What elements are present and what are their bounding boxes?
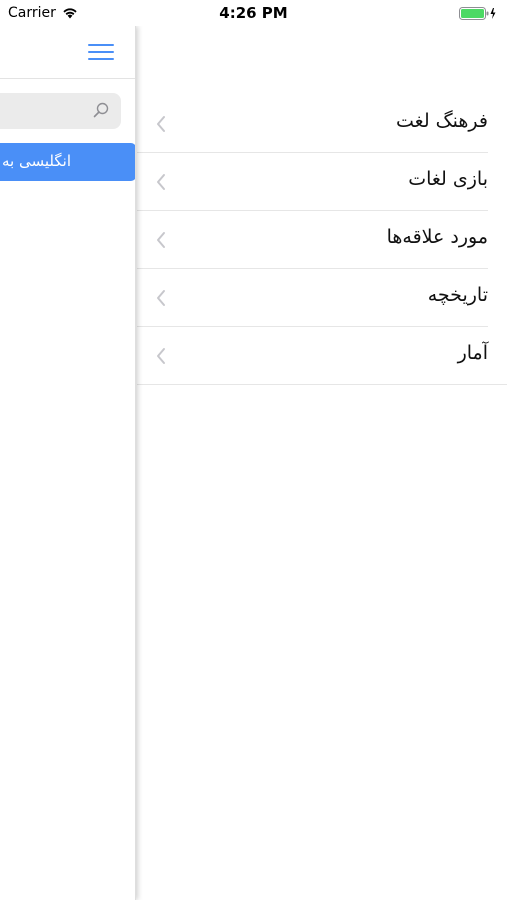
status-bar: Carrier 4:26 PM [0,0,507,26]
menu-item-label: فرهنگ لغت [396,110,488,132]
menu-item-statistics[interactable]: آمار [137,327,507,385]
search-box [0,93,121,129]
chevron-left-icon [157,232,165,248]
menu-item-favorites[interactable]: مورد علاقه‌ها [137,211,488,269]
menu-item-dictionary[interactable]: فرهنگ لغت [137,95,488,153]
menu-item-label: مورد علاقه‌ها [386,226,488,248]
chevron-left-icon [157,116,165,132]
menu-item-history[interactable]: تاریخچه [137,269,488,327]
chevron-left-icon [157,290,165,306]
menu-item-label: تاریخچه [427,284,488,306]
menu-item-label: آمار [457,342,488,364]
chevron-left-icon [157,348,165,364]
status-time: 4:26 PM [219,4,288,22]
dictionary-list-item[interactable]: انگلیسی به [0,143,135,181]
app-screen: Carrier 4:26 PM فرهنگ لغت بازی لغات مورد… [0,0,507,900]
battery-icon [459,7,496,20]
side-drawer: انگلیسی به [0,26,136,900]
search-icon [93,102,109,118]
search-input[interactable] [8,93,86,129]
drawer-header [0,26,135,79]
menu-item-label: بازی لغات [408,168,488,190]
chevron-left-icon [157,174,165,190]
menu-item-word-game[interactable]: بازی لغات [137,153,488,211]
main-menu: فرهنگ لغت بازی لغات مورد علاقه‌ها تاریخچ… [137,95,507,385]
dictionary-item-label: انگلیسی به [2,152,71,170]
hamburger-icon[interactable] [88,43,114,61]
